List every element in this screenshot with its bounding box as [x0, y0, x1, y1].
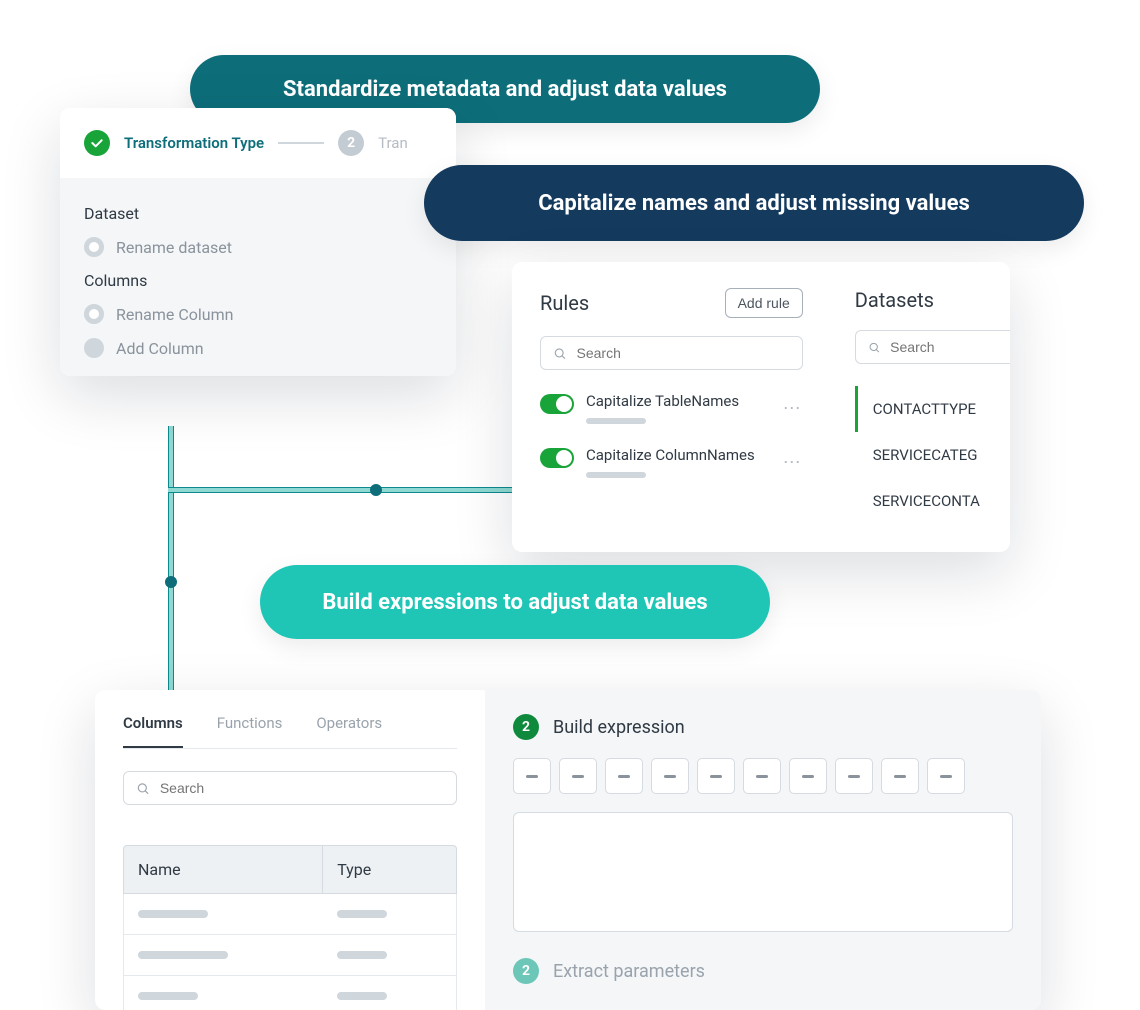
connector-horizontal — [168, 487, 528, 493]
name-header: Name — [124, 846, 323, 893]
more-icon[interactable]: ⋯ — [783, 398, 803, 419]
rule-skeleton-icon — [586, 472, 646, 478]
check-icon — [84, 130, 110, 156]
table-row[interactable] — [123, 894, 457, 935]
expression-tabs: Columns Functions Operators — [123, 714, 457, 749]
option-label: Rename Column — [116, 305, 233, 324]
skeleton-icon — [138, 951, 228, 959]
expression-token[interactable] — [835, 758, 873, 794]
datasets-title: Datasets — [855, 288, 1010, 312]
skeleton-icon — [337, 951, 387, 959]
wizard-steps: Transformation Type 2 Tran — [60, 108, 456, 178]
tab-functions[interactable]: Functions — [217, 714, 283, 748]
transformation-options: Dataset Rename dataset Columns Rename Co… — [60, 178, 456, 376]
radio-icon — [84, 338, 104, 358]
dataset-item[interactable]: SERVICECONTA — [855, 478, 1010, 524]
step-label: Extract parameters — [553, 961, 705, 982]
columns-section-label: Columns — [84, 271, 432, 290]
rules-search-input[interactable] — [577, 345, 790, 361]
connector-node — [370, 484, 382, 496]
search-icon — [553, 346, 567, 361]
build-expression-step: 2 Build expression — [513, 714, 1013, 740]
search-icon — [868, 340, 880, 355]
expression-token[interactable] — [927, 758, 965, 794]
skeleton-icon — [138, 910, 208, 918]
columns-search[interactable] — [123, 771, 457, 805]
rules-title: Rules — [540, 291, 589, 315]
table-row[interactable] — [123, 976, 457, 1010]
expression-token[interactable] — [559, 758, 597, 794]
expression-columns-panel: Columns Functions Operators Name Type — [95, 690, 485, 1010]
headline-pill-3-text: Build expressions to adjust data values — [322, 590, 707, 615]
datasets-search[interactable] — [855, 330, 1010, 364]
transformation-card: Transformation Type 2 Tran Dataset Renam… — [60, 108, 456, 376]
headline-pill-3: Build expressions to adjust data values — [260, 565, 770, 639]
option-label: Add Column — [116, 339, 204, 358]
option-rename-column[interactable]: Rename Column — [84, 304, 432, 324]
expression-token-row — [513, 758, 1013, 794]
expression-token[interactable] — [697, 758, 735, 794]
radio-icon — [84, 237, 104, 257]
option-rename-dataset[interactable]: Rename dataset — [84, 237, 432, 257]
step-number-badge: 2 — [513, 958, 539, 984]
expression-textarea[interactable] — [513, 812, 1013, 932]
expression-build-panel: 2 Build expression 2 Extract parameters — [485, 690, 1041, 1010]
skeleton-icon — [138, 992, 198, 1000]
expression-builder-card: Columns Functions Operators Name Type 2 — [95, 690, 1041, 1010]
expression-token[interactable] — [743, 758, 781, 794]
columns-table-header: Name Type — [123, 845, 457, 894]
step-2-label: Tran — [378, 134, 408, 152]
step-divider — [278, 142, 324, 144]
table-row[interactable] — [123, 935, 457, 976]
expression-token[interactable] — [513, 758, 551, 794]
radio-icon — [84, 304, 104, 324]
expression-token[interactable] — [651, 758, 689, 794]
extract-parameters-step: 2 Extract parameters — [513, 958, 1013, 984]
rule-item: Capitalize ColumnNames ⋯ — [540, 446, 803, 478]
rules-datasets-card: Rules Add rule Capitalize TableNames ⋯ C… — [512, 262, 1010, 552]
datasets-panel: Datasets CONTACTTYPE SERVICECATEG SERVIC… — [831, 262, 1010, 552]
expression-token[interactable] — [881, 758, 919, 794]
headline-pill-2-text: Capitalize names and adjust missing valu… — [538, 191, 970, 216]
columns-search-input[interactable] — [160, 780, 444, 796]
step-1-label: Transformation Type — [124, 134, 264, 152]
more-icon[interactable]: ⋯ — [783, 452, 803, 473]
skeleton-icon — [337, 910, 387, 918]
dataset-item[interactable]: CONTACTTYPE — [855, 386, 1010, 432]
option-label: Rename dataset — [116, 238, 232, 257]
dataset-section-label: Dataset — [84, 204, 432, 223]
rules-panel: Rules Add rule Capitalize TableNames ⋯ C… — [512, 262, 831, 552]
headline-pill-2: Capitalize names and adjust missing valu… — [424, 165, 1084, 241]
rule-item: Capitalize TableNames ⋯ — [540, 392, 803, 424]
expression-token[interactable] — [789, 758, 827, 794]
option-add-column[interactable]: Add Column — [84, 338, 432, 358]
step-label: Build expression — [553, 717, 685, 738]
type-header: Type — [323, 846, 456, 893]
rule-skeleton-icon — [586, 418, 646, 424]
step-number-badge: 2 — [513, 714, 539, 740]
tab-columns[interactable]: Columns — [123, 714, 183, 748]
add-rule-button[interactable]: Add rule — [725, 288, 803, 318]
expression-token[interactable] — [605, 758, 643, 794]
rule-toggle[interactable] — [540, 448, 574, 468]
datasets-search-input[interactable] — [890, 339, 998, 355]
rules-search[interactable] — [540, 336, 803, 370]
headline-pill-1-text: Standardize metadata and adjust data val… — [283, 77, 727, 102]
rule-name: Capitalize TableNames — [586, 392, 771, 410]
rule-toggle[interactable] — [540, 394, 574, 414]
connector-node-2 — [165, 576, 177, 588]
connector-vertical — [168, 426, 174, 696]
rule-name: Capitalize ColumnNames — [586, 446, 771, 464]
dataset-item[interactable]: SERVICECATEG — [855, 432, 1010, 478]
step-2-number: 2 — [338, 130, 364, 156]
tab-operators[interactable]: Operators — [316, 714, 382, 748]
skeleton-icon — [337, 992, 387, 1000]
search-icon — [136, 781, 150, 796]
